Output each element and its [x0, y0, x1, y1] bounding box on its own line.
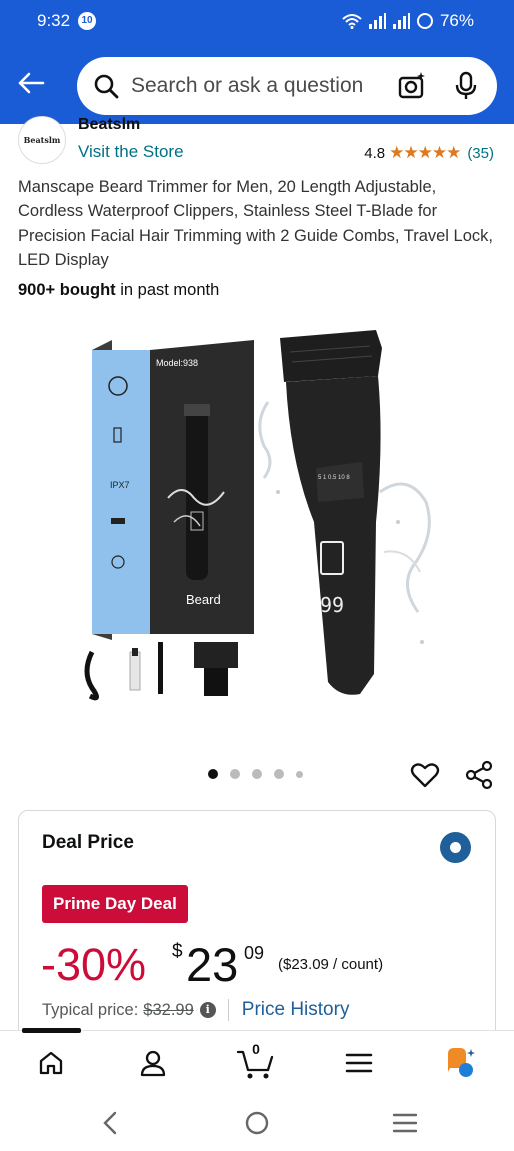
app-header: 9:32 10 76% — [0, 0, 514, 124]
guide-comb — [194, 642, 238, 668]
search-icon — [93, 73, 119, 99]
box-blue-panel — [92, 350, 150, 634]
typical-price-label: Typical price: — [42, 1000, 139, 1019]
system-navigation-bar — [0, 1094, 514, 1151]
battery-percent: 76% — [439, 11, 474, 30]
camera-search-icon[interactable] — [397, 71, 427, 101]
signal-icon — [392, 13, 410, 29]
bought-count: 900+ bought — [18, 281, 116, 299]
bought-in-past-month: 900+ bought in past month — [18, 281, 219, 300]
system-home-icon[interactable] — [242, 1110, 272, 1136]
wishlist-heart-icon[interactable] — [410, 760, 440, 790]
status-bar: 9:32 10 76% — [0, 0, 514, 42]
brand-name[interactable]: Beatslm — [78, 116, 140, 134]
cart-count: 0 — [252, 1041, 260, 1057]
home-icon[interactable] — [34, 1045, 68, 1081]
carousel-dot[interactable] — [208, 769, 218, 779]
rating-summary[interactable]: 4.8 ★★★★★ (35) — [364, 143, 494, 163]
carousel-dot[interactable] — [274, 769, 284, 779]
price-history-link[interactable]: Price History — [242, 999, 350, 1021]
product-image[interactable]: Model:938 IPX7 Beard 5 1 0.5 10 8 99 — [78, 322, 438, 722]
share-icon[interactable] — [464, 760, 494, 790]
search-bar[interactable] — [77, 57, 497, 115]
battery-icon — [416, 13, 433, 29]
charging-cable — [84, 650, 99, 701]
rating-count[interactable]: (35) — [467, 145, 494, 162]
divider — [227, 999, 229, 1021]
water-splash — [258, 401, 272, 479]
price-currency: $ — [172, 941, 183, 962]
deal-radio-button[interactable] — [440, 832, 471, 863]
cart-icon[interactable]: 0 — [236, 1041, 276, 1081]
system-back-icon[interactable] — [95, 1110, 125, 1136]
box-brand-label: Beard — [186, 592, 221, 607]
trimmer-body — [286, 376, 381, 695]
unit-price: ($23.09 / count) — [278, 956, 384, 973]
store-logo-text: Beatslm — [23, 135, 61, 145]
star-rating-icon: ★★★★★ — [389, 143, 461, 162]
price-fraction: 09 — [244, 943, 265, 963]
carousel-dot[interactable] — [296, 770, 303, 778]
trimmer-display-digits: 99 — [320, 593, 344, 617]
signal-icon — [368, 13, 386, 29]
bought-suffix: in past month — [115, 281, 220, 299]
cleaning-brush — [158, 642, 163, 694]
carousel-dots[interactable] — [208, 769, 303, 779]
system-recents-icon[interactable] — [390, 1110, 420, 1136]
status-indicators: 76% — [342, 11, 474, 31]
rating-value: 4.8 — [364, 144, 386, 162]
account-icon[interactable] — [136, 1045, 170, 1081]
trimmer-scale-marks: 5 1 0.5 10 8 — [318, 475, 350, 481]
rufus-icon[interactable] — [444, 1045, 478, 1081]
carousel-dot[interactable] — [230, 769, 240, 779]
back-button[interactable] — [14, 66, 48, 100]
store-logo[interactable]: Beatslm — [18, 116, 66, 164]
bottom-navigation: 0 — [0, 1028, 514, 1094]
box-model-label: Model:938 — [156, 358, 198, 368]
prime-day-deal-badge: Prime Day Deal — [42, 885, 188, 923]
box-ipx-label: IPX7 — [110, 480, 130, 490]
visit-store-link[interactable]: Visit the Store — [78, 142, 184, 162]
menu-icon[interactable] — [342, 1045, 376, 1081]
oil-bottle — [129, 651, 141, 691]
arrow-left-icon — [18, 72, 45, 94]
notification-count-badge: 10 — [78, 12, 96, 30]
active-tab-indicator — [22, 1028, 81, 1033]
microphone-icon[interactable] — [453, 71, 479, 101]
carousel-dot[interactable] — [252, 769, 262, 779]
status-time: 9:32 — [37, 11, 71, 30]
discount-percent: -30% — [41, 939, 147, 990]
info-icon[interactable]: i — [199, 1002, 216, 1018]
typical-price-value: $32.99 — [143, 1000, 194, 1019]
search-input[interactable] — [131, 74, 381, 98]
deal-title: Deal Price — [42, 832, 134, 853]
price-whole: 23 — [186, 938, 239, 991]
typical-price-row: Typical price: $32.99 i Price History — [42, 999, 349, 1021]
wifi-icon — [342, 14, 362, 29]
product-title: Manscape Beard Trimmer for Men, 20 Lengt… — [18, 178, 493, 269]
